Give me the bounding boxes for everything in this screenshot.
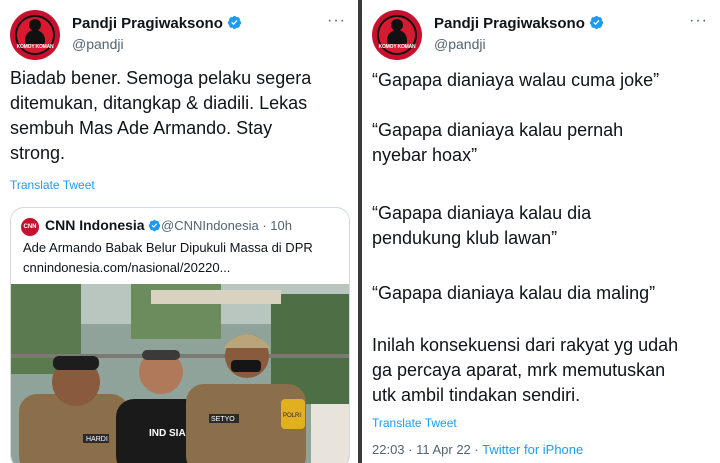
quoted-author-name-text: CNN Indonesia bbox=[45, 217, 145, 233]
quoted-author-name[interactable]: CNN Indonesia bbox=[45, 217, 161, 233]
avatar-text: KOMOY KOMAN bbox=[378, 44, 416, 50]
author-handle[interactable]: @pandji bbox=[72, 36, 124, 52]
left-tweet-panel: KOMOY KOMAN Pandji Pragiwaksono @pandji … bbox=[0, 0, 358, 463]
quoted-tweet-link[interactable]: cnnindonesia.com/nasional/20220... bbox=[23, 260, 230, 275]
author-name[interactable]: Pandji Pragiwaksono bbox=[434, 15, 604, 32]
bystander-right bbox=[311, 404, 349, 463]
victim-hair bbox=[142, 350, 180, 360]
officer-left-hair bbox=[53, 356, 99, 370]
translate-tweet-link[interactable]: Translate Tweet bbox=[10, 178, 95, 192]
news-photo[interactable]: HARDI IND SIA UN SETYO POLRI bbox=[11, 284, 350, 463]
tweet-source-link[interactable]: Twitter for iPhone bbox=[482, 442, 583, 457]
verified-badge-icon bbox=[148, 219, 160, 232]
more-options-icon[interactable]: ··· bbox=[689, 12, 708, 30]
badge-left-text: HARDI bbox=[86, 436, 108, 443]
tweet-text-line: sembuh Mas Ade Armando. Stay bbox=[10, 118, 273, 138]
right-tweet-panel: KOMOY KOMAN Pandji Pragiwaksono @pandji … bbox=[362, 0, 720, 463]
tweet-text-line: “Gapapa dianiaya kalau dia maling” bbox=[372, 283, 656, 303]
more-options-icon[interactable]: ··· bbox=[327, 12, 346, 30]
tweet-text-line: ditemukan, ditangkap & diadili. Lekas bbox=[10, 93, 308, 113]
tweet-text-line: ga percaya aparat, mrk memutuskan bbox=[372, 360, 666, 380]
author-name-text: Pandji Pragiwaksono bbox=[72, 15, 223, 32]
avatar-text: KOMOY KOMAN bbox=[16, 44, 54, 50]
tweet-text-line: Inilah konsekuensi dari rakyat yg udah bbox=[372, 335, 679, 355]
tweet-text-line: utk ambil tindakan sendiri. bbox=[372, 385, 581, 405]
badge-right-text: SETYO bbox=[211, 416, 235, 423]
tweet-text-line: “Gapapa dianiaya kalau pernah bbox=[372, 120, 624, 140]
avatar[interactable]: KOMOY KOMAN bbox=[10, 10, 60, 60]
verified-badge-icon bbox=[227, 15, 241, 30]
translate-tweet-link[interactable]: Translate Tweet bbox=[372, 416, 457, 430]
tweet-text-line: pendukung klub lawan” bbox=[372, 228, 558, 248]
photo-canopy bbox=[151, 290, 281, 304]
avatar-figure-body bbox=[387, 30, 407, 44]
tweet-text-line: strong. bbox=[10, 143, 66, 163]
tweet-text-line: “Gapapa dianiaya walau cuma joke” bbox=[372, 70, 660, 90]
author-handle[interactable]: @pandji bbox=[434, 36, 486, 52]
quoted-tweet-card[interactable]: CNN CNN Indonesia @CNNIndonesia · 10h Ad… bbox=[10, 207, 350, 463]
tweet-timestamp[interactable]: 22:03 · 11 Apr 22 · bbox=[372, 442, 482, 457]
tweet-text-line: Biadab bener. Semoga pelaku segera bbox=[10, 68, 312, 88]
quoted-tweet-title: Ade Armando Babak Belur Dipukuli Massa d… bbox=[23, 240, 313, 255]
police-patch-text: POLRI bbox=[283, 413, 301, 419]
verified-badge-icon bbox=[589, 15, 603, 30]
author-name-text: Pandji Pragiwaksono bbox=[434, 15, 585, 32]
tweet-text-line: nyebar hoax” bbox=[372, 145, 478, 165]
avatar[interactable]: KOMOY KOMAN bbox=[372, 10, 422, 60]
tweet-meta: 22:03 · 11 Apr 22 · Twitter for iPhone bbox=[372, 442, 583, 457]
avatar-figure-body bbox=[25, 30, 45, 44]
quoted-handle-time: @CNNIndonesia · 10h bbox=[161, 218, 292, 233]
cnn-logo: CNN bbox=[21, 218, 39, 236]
tweet-text-line: “Gapapa dianiaya kalau dia bbox=[372, 203, 592, 223]
officer-right-mask bbox=[231, 360, 261, 372]
author-name[interactable]: Pandji Pragiwaksono bbox=[72, 15, 242, 32]
